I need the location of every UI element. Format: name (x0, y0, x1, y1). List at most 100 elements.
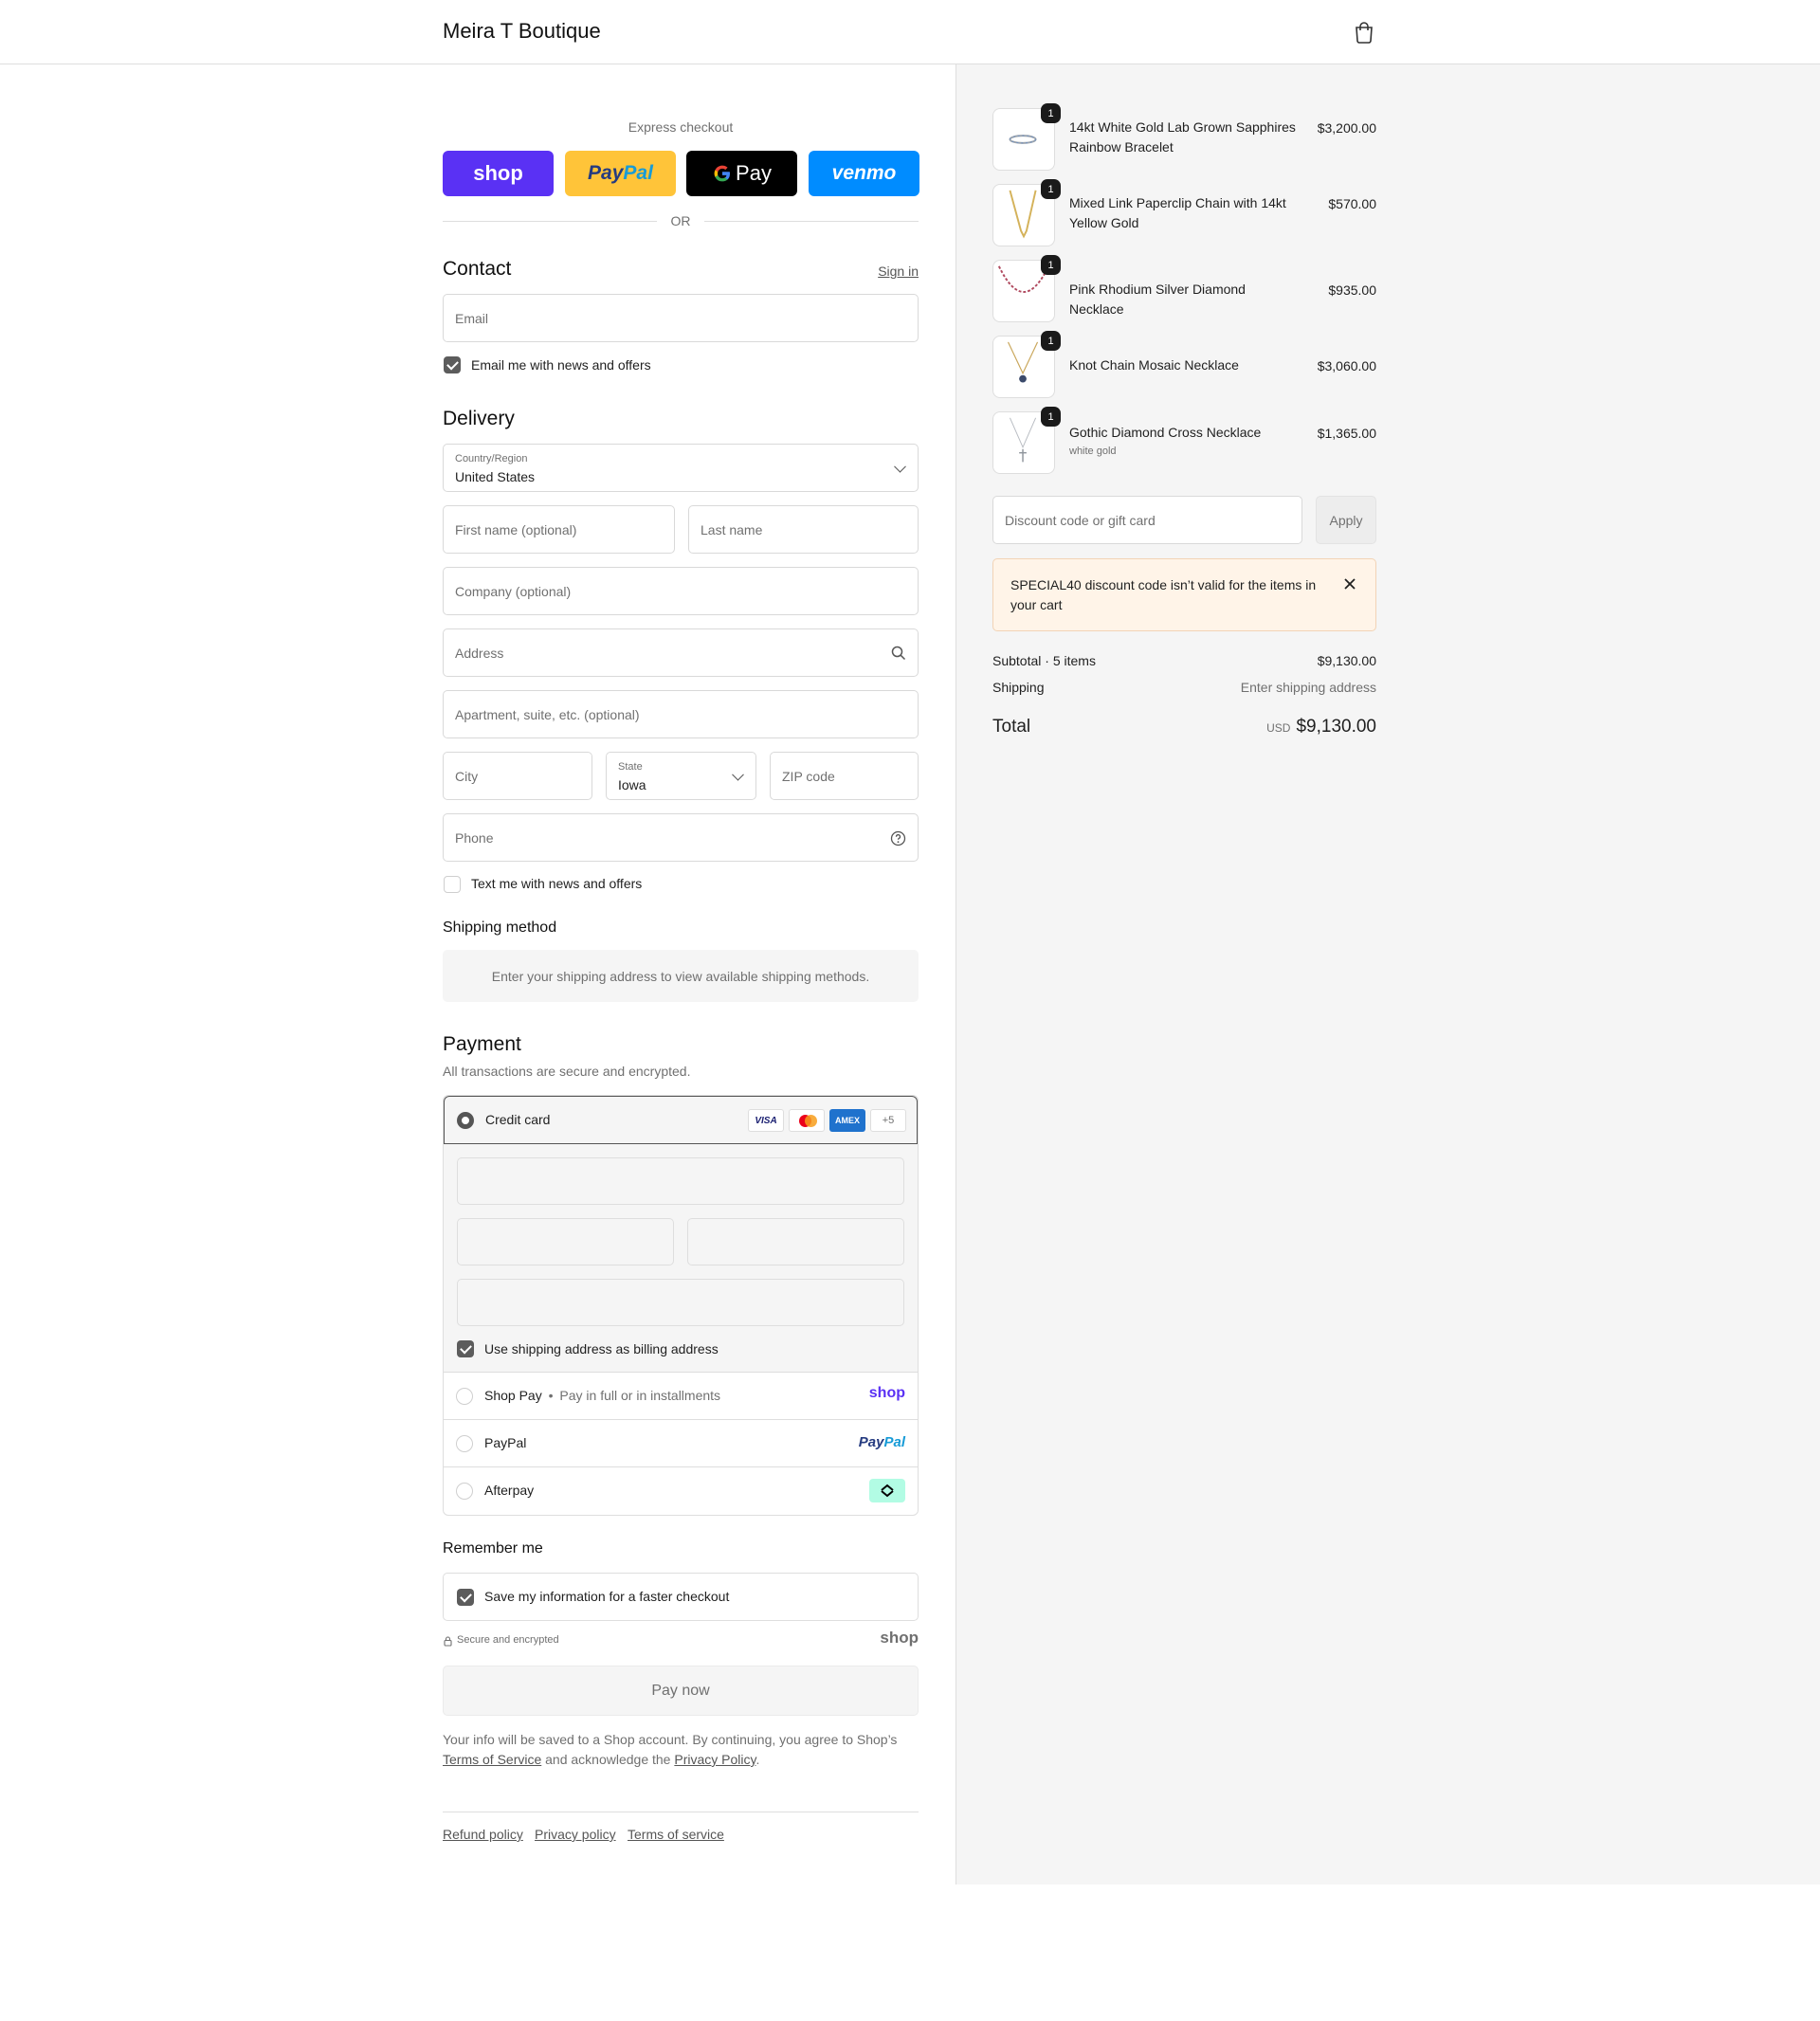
or-divider-left (443, 221, 657, 222)
product-price: $1,365.00 (1317, 426, 1376, 441)
paypal-logo: PayPal (858, 1434, 905, 1450)
shop-pay-label: Shop Pay • Pay in full or in installment… (484, 1388, 721, 1403)
email-news-label: Email me with news and offers (471, 357, 651, 373)
quantity-badge: 1 (1041, 255, 1061, 275)
product-price: $3,060.00 (1317, 358, 1376, 373)
product-name: Mixed Link Paperclip Chain with 14kt Yel… (1069, 195, 1286, 230)
email-news-checkbox[interactable] (444, 356, 461, 373)
shop-logo: shop (880, 1629, 919, 1647)
express-checkout-title: Express checkout (628, 119, 734, 135)
header: Meira T Boutique (0, 0, 1820, 64)
quantity-badge: 1 (1041, 407, 1061, 427)
discount-error-text: SPECIAL40 discount code isn’t valid for … (1010, 577, 1317, 612)
total-label: Total (992, 717, 1031, 737)
close-icon[interactable] (1343, 577, 1356, 591)
discount-code-field[interactable]: Discount code or gift card (992, 496, 1302, 544)
city-field[interactable]: City (443, 752, 592, 800)
shop-terms-link[interactable]: Terms of Service (443, 1752, 541, 1767)
product-price: $935.00 (1328, 282, 1376, 298)
google-g-icon (714, 165, 731, 182)
save-info-box: Save my information for a faster checkou… (443, 1573, 919, 1621)
search-icon (891, 646, 906, 661)
first-name-field[interactable]: First name (optional) (443, 505, 675, 554)
chevron-down-icon (894, 460, 906, 473)
card-expiry-field[interactable] (457, 1218, 674, 1265)
visa-icon: VISA (748, 1109, 784, 1132)
zip-field[interactable]: ZIP code (770, 752, 919, 800)
save-info-label: Save my information for a faster checkou… (484, 1589, 730, 1604)
payment-methods-box: Credit card VISA AMEX +5 Use shipping ad… (443, 1095, 919, 1516)
amex-icon: AMEX (829, 1109, 865, 1132)
total-value: $9,130.00 (1296, 717, 1376, 737)
chevron-down-icon (732, 768, 744, 781)
text-news-label: Text me with news and offers (471, 876, 643, 891)
address-field[interactable]: Address (443, 628, 919, 677)
legal-text: Your info will be saved to a Shop accoun… (443, 1732, 898, 1767)
shop-pay-button[interactable]: shop (443, 151, 554, 196)
afterpay-label: Afterpay (484, 1483, 535, 1498)
sign-in-link[interactable]: Sign in (853, 264, 919, 279)
billing-same-checkbox[interactable] (457, 1340, 474, 1357)
afterpay-option[interactable]: Afterpay (444, 1467, 918, 1515)
credit-card-label: Credit card (485, 1112, 551, 1127)
card-form: Use shipping address as billing address (444, 1144, 918, 1373)
subtotal-label: Subtotal · 5 items (992, 653, 1096, 668)
venmo-button[interactable]: venmo (809, 151, 919, 196)
billing-same-label: Use shipping address as billing address (484, 1341, 719, 1356)
quantity-badge: 1 (1041, 331, 1061, 351)
discount-error-alert: SPECIAL40 discount code isn’t valid for … (992, 558, 1376, 631)
product-name: Pink Rhodium Silver Diamond Necklace (1069, 282, 1246, 317)
terms-of-service-link[interactable]: Terms of service (628, 1827, 724, 1842)
credit-card-option[interactable]: Credit card VISA AMEX +5 (444, 1096, 918, 1144)
card-number-field[interactable] (457, 1157, 904, 1205)
country-select[interactable]: Country/Region United States (443, 444, 919, 492)
shipping-label: Shipping (992, 680, 1045, 695)
product-name: 14kt White Gold Lab Grown Sapphires Rain… (1069, 119, 1296, 155)
lock-icon (444, 1636, 452, 1647)
google-pay-button[interactable]: Pay (686, 151, 797, 196)
quantity-badge: 1 (1041, 103, 1061, 123)
last-name-field[interactable]: Last name (688, 505, 919, 554)
card-cvv-field[interactable] (687, 1218, 904, 1265)
product-name: Gothic Diamond Cross Necklace (1069, 425, 1262, 440)
afterpay-logo-icon (869, 1479, 905, 1502)
phone-field[interactable]: Phone (443, 813, 919, 862)
currency-code: USD (1266, 721, 1291, 735)
shopping-bag-icon[interactable] (1354, 21, 1374, 44)
company-field[interactable]: Company (optional) (443, 567, 919, 615)
paypal-label: PayPal (484, 1435, 527, 1450)
credit-card-radio[interactable] (457, 1112, 474, 1129)
text-news-checkbox[interactable] (444, 876, 461, 893)
store-name[interactable]: Meira T Boutique (443, 19, 601, 44)
shop-pay-radio[interactable] (456, 1388, 473, 1405)
apply-discount-button[interactable]: Apply (1316, 496, 1376, 544)
contact-heading: Contact (443, 258, 512, 280)
subtotal-value: $9,130.00 (1317, 653, 1376, 668)
product-name: Knot Chain Mosaic Necklace (1069, 357, 1239, 373)
apartment-field[interactable]: Apartment, suite, etc. (optional) (443, 690, 919, 738)
paypal-radio[interactable] (456, 1435, 473, 1452)
secure-label: Secure and encrypted (457, 1634, 559, 1646)
card-name-field[interactable] (457, 1279, 904, 1326)
remember-me-heading: Remember me (443, 1540, 543, 1557)
shipping-method-notice: Enter your shipping address to view avai… (443, 950, 919, 1002)
shop-pay-option[interactable]: Shop Pay • Pay in full or in installment… (444, 1373, 918, 1420)
pay-now-button[interactable]: Pay now (443, 1666, 919, 1716)
refund-policy-link[interactable]: Refund policy (443, 1827, 523, 1842)
privacy-policy-link[interactable]: Privacy policy (535, 1827, 616, 1842)
shop-privacy-link[interactable]: Privacy Policy (674, 1752, 755, 1767)
delivery-heading: Delivery (443, 408, 515, 429)
shop-pay-logo: shop (868, 1385, 905, 1401)
shipping-value: Enter shipping address (1240, 680, 1376, 695)
or-divider-right (704, 221, 919, 222)
save-info-checkbox[interactable] (457, 1589, 474, 1606)
paypal-button[interactable]: Pay Pal (565, 151, 676, 196)
help-icon[interactable] (890, 830, 906, 847)
state-select[interactable]: State Iowa (606, 752, 756, 800)
email-field[interactable]: Email (443, 294, 919, 342)
shipping-method-heading: Shipping method (443, 919, 557, 936)
afterpay-radio[interactable] (456, 1483, 473, 1500)
product-price: $570.00 (1328, 196, 1376, 211)
quantity-badge: 1 (1041, 179, 1061, 199)
paypal-option[interactable]: PayPal PayPal (444, 1420, 918, 1467)
